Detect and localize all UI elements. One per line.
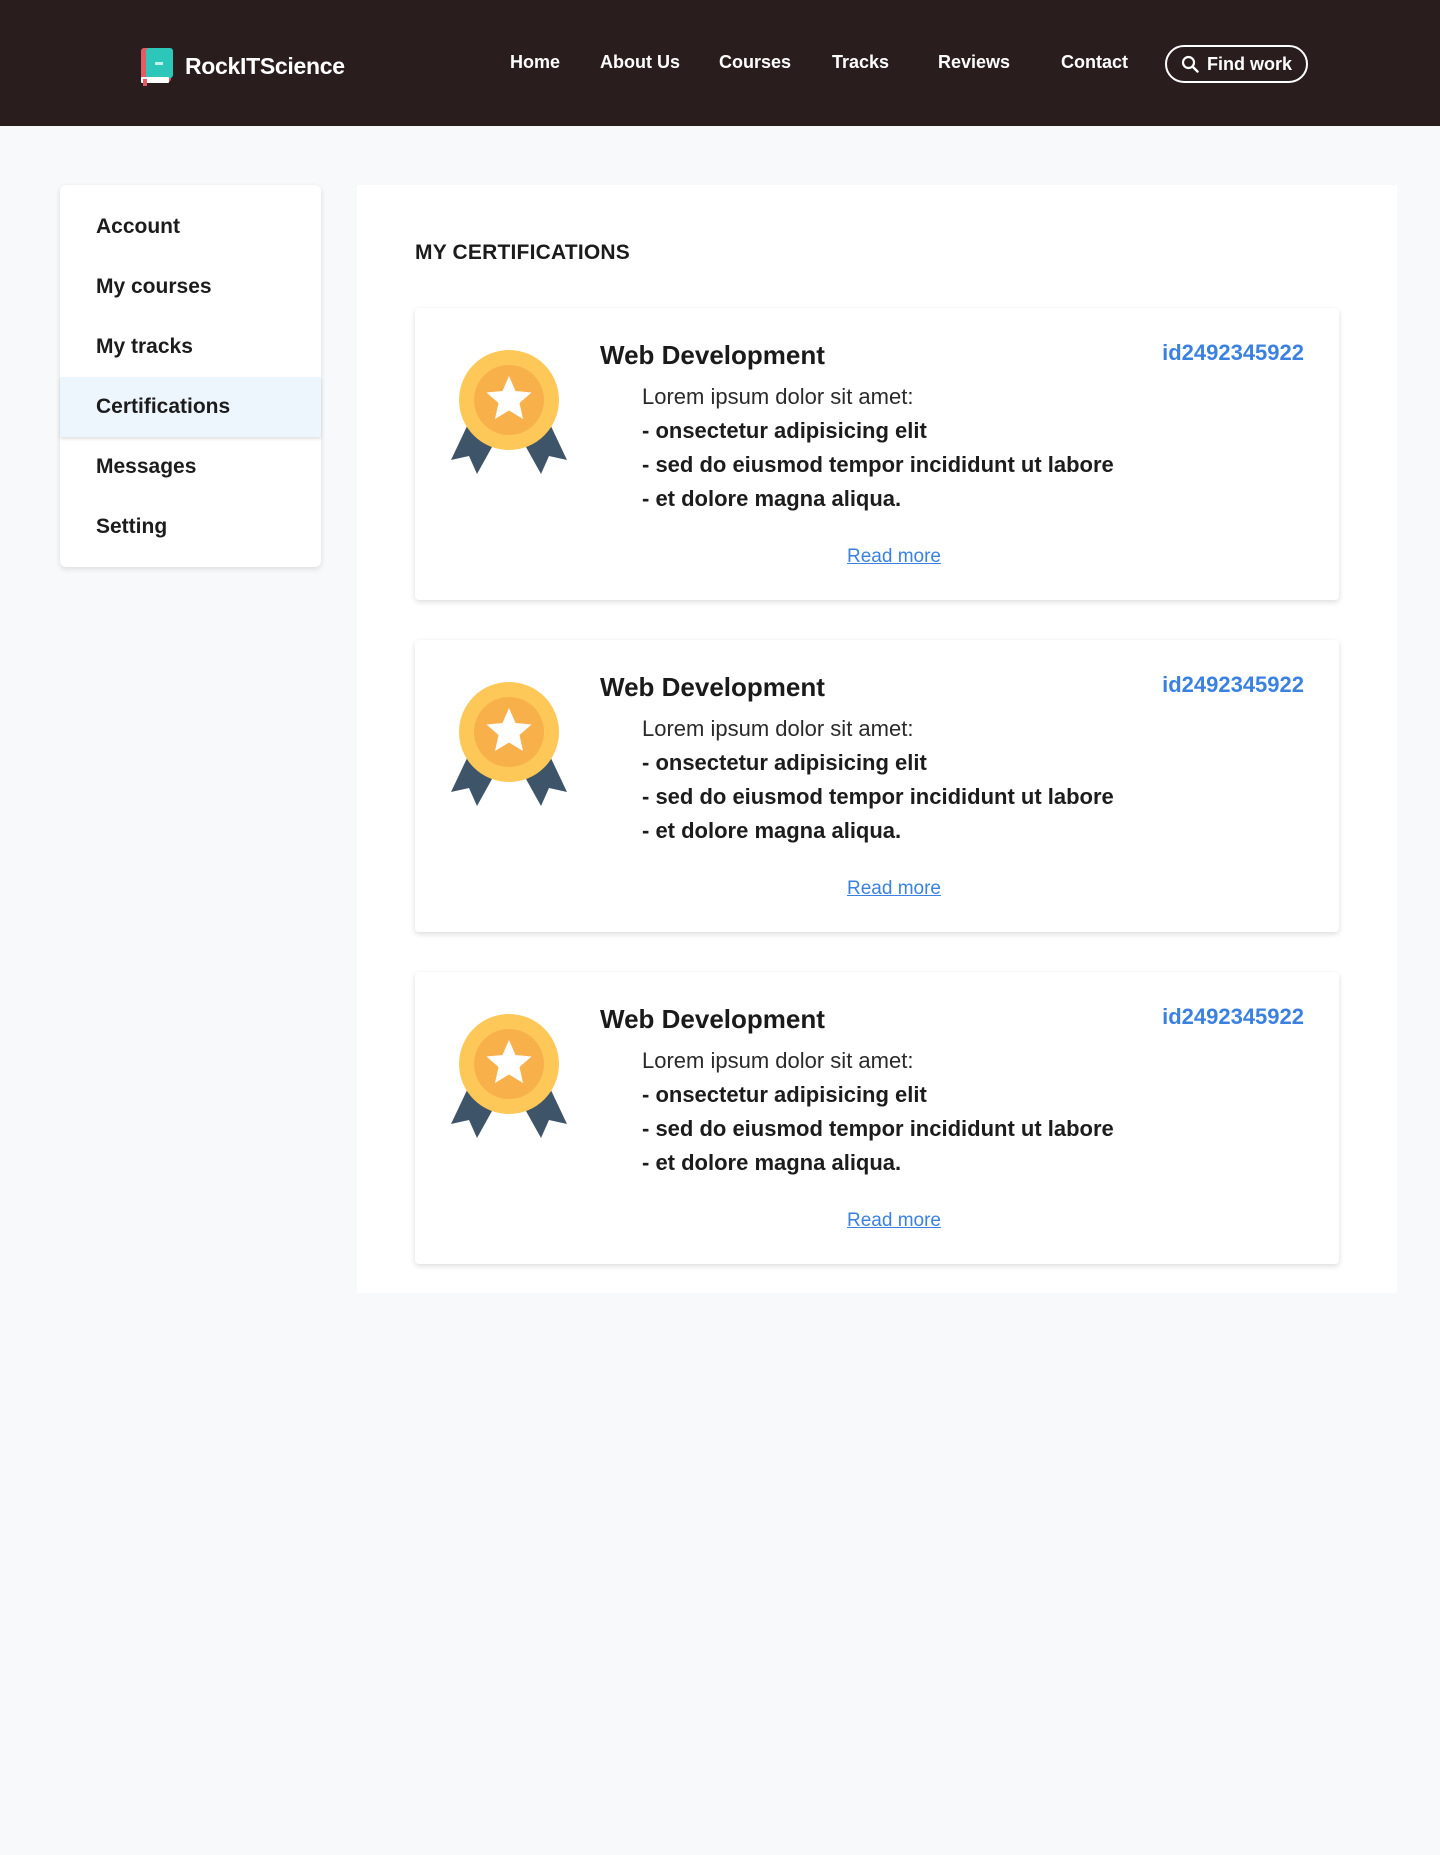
- description-point: - onsectetur adipisicing elit: [642, 750, 927, 775]
- account-sidebar: Account My courses My tracks Certificati…: [60, 185, 321, 567]
- sidebar-item-messages[interactable]: Messages: [60, 437, 321, 497]
- read-more-link[interactable]: Read more: [847, 878, 941, 900]
- top-navbar: RockITScience Home About Us Courses Trac…: [0, 0, 1440, 126]
- nav-contact[interactable]: Contact: [1061, 52, 1128, 73]
- read-more-link[interactable]: Read more: [847, 1210, 941, 1232]
- nav-home[interactable]: Home: [510, 52, 560, 73]
- description-point: - sed do eiusmod tempor incididunt ut la…: [642, 1116, 1114, 1141]
- sidebar-item-certifications[interactable]: Certifications: [60, 377, 321, 437]
- sidebar-item-account[interactable]: Account: [60, 197, 321, 257]
- nav-tracks[interactable]: Tracks: [832, 52, 889, 73]
- description-point: - onsectetur adipisicing elit: [642, 418, 927, 443]
- certificate-card: Web Development id2492345922 Lorem ipsum…: [415, 308, 1339, 600]
- find-work-label: Find work: [1207, 53, 1292, 74]
- certificate-title: Web Development: [600, 672, 825, 702]
- description-point: - et dolore magna aliqua.: [642, 818, 902, 843]
- description-intro: Lorem ipsum dolor sit amet:: [642, 1048, 914, 1073]
- search-icon: [1181, 55, 1199, 73]
- description-point: - onsectetur adipisicing elit: [642, 1082, 927, 1107]
- description-point: - et dolore magna aliqua.: [642, 486, 902, 511]
- page-title: MY CERTIFICATIONS: [415, 241, 630, 264]
- medal-icon: [451, 1014, 567, 1138]
- medal-icon: [451, 682, 567, 806]
- certificate-id: id2492345922: [1162, 1004, 1304, 1029]
- certificate-description: Lorem ipsum dolor sit amet: - onsectetur…: [642, 712, 1114, 848]
- description-point: - sed do eiusmod tempor incididunt ut la…: [642, 784, 1114, 809]
- certificate-card: Web Development id2492345922 Lorem ipsum…: [415, 640, 1339, 932]
- certificate-title: Web Development: [600, 340, 825, 370]
- nav-about-us[interactable]: About Us: [600, 52, 680, 73]
- sidebar-item-setting[interactable]: Setting: [60, 497, 321, 557]
- description-intro: Lorem ipsum dolor sit amet:: [642, 716, 914, 741]
- certificate-id: id2492345922: [1162, 672, 1304, 697]
- find-work-button[interactable]: Find work: [1165, 45, 1308, 83]
- certifications-panel: MY CERTIFICATIONS Web Development id2492…: [357, 185, 1397, 1293]
- sidebar-item-my-courses[interactable]: My courses: [60, 257, 321, 317]
- description-intro: Lorem ipsum dolor sit amet:: [642, 384, 914, 409]
- certificate-description: Lorem ipsum dolor sit amet: - onsectetur…: [642, 380, 1114, 516]
- description-point: - sed do eiusmod tempor incididunt ut la…: [642, 452, 1114, 477]
- medal-icon: [451, 350, 567, 474]
- nav-courses[interactable]: Courses: [719, 52, 791, 73]
- nav-reviews[interactable]: Reviews: [938, 52, 1010, 73]
- sidebar-item-my-tracks[interactable]: My tracks: [60, 317, 321, 377]
- certificate-id: id2492345922: [1162, 340, 1304, 365]
- description-point: - et dolore magna aliqua.: [642, 1150, 902, 1175]
- read-more-link[interactable]: Read more: [847, 546, 941, 568]
- certificate-description: Lorem ipsum dolor sit amet: - onsectetur…: [642, 1044, 1114, 1180]
- certificate-title: Web Development: [600, 1004, 825, 1034]
- certificate-card: Web Development id2492345922 Lorem ipsum…: [415, 972, 1339, 1264]
